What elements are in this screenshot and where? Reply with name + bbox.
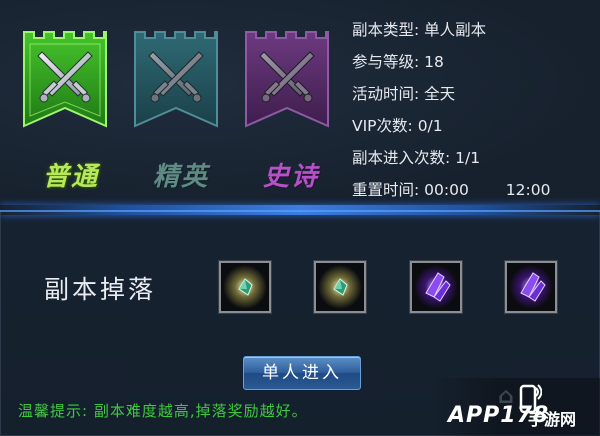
difficulty-banner-elite[interactable]: [133, 30, 219, 134]
info-time-row: 活动时间: 全天: [352, 78, 550, 110]
green-gem-icon: [221, 263, 269, 311]
info-type-value: 单人副本: [424, 21, 487, 39]
info-level-label: 参与等级:: [352, 53, 420, 71]
info-vip-label: VIP次数:: [352, 117, 413, 135]
info-reset-label: 重置时间:: [352, 181, 420, 199]
info-time-value: 全天: [424, 85, 456, 103]
info-reset-row: 重置时间: 00:00 12:00: [352, 174, 550, 206]
info-reset-time-2: 12:00: [505, 181, 551, 199]
info-type-label: 副本类型:: [352, 21, 420, 39]
purple-crystal-icon: [412, 263, 460, 311]
info-reset-time-1: 00:00: [424, 181, 469, 199]
tip-text: 温馨提示: 副本难度越高,掉落奖励越好。: [18, 402, 308, 420]
drop-slot-2[interactable]: [314, 261, 366, 313]
info-entries-label: 副本进入次数:: [352, 149, 451, 167]
info-time-label: 活动时间:: [352, 85, 420, 103]
drop-slot-4[interactable]: [505, 261, 557, 313]
green-gem-icon: [316, 263, 364, 311]
info-level-row: 参与等级: 18: [352, 46, 550, 78]
crossed-swords-purple-icon: [245, 31, 329, 128]
difficulty-label-epic[interactable]: 史诗: [236, 156, 346, 193]
drop-slot-3[interactable]: [410, 261, 462, 313]
crossed-swords-green-icon: [23, 31, 107, 128]
difficulty-banner-epic[interactable]: [244, 30, 330, 134]
info-vip-row: VIP次数: 0/1: [352, 110, 550, 142]
info-entries-row: 副本进入次数: 1/1: [352, 142, 550, 174]
drop-slot-1[interactable]: [219, 261, 271, 313]
watermark-sub: 手游网: [528, 410, 577, 429]
solo-enter-button[interactable]: 单人进入: [243, 356, 361, 390]
dungeon-info: 副本类型: 单人副本 参与等级: 18 活动时间: 全天 VIP次数: 0/1 …: [352, 14, 550, 206]
difficulty-label-elite[interactable]: 精英: [126, 156, 236, 193]
crossed-swords-teal-icon: [134, 31, 218, 128]
dungeon-panel: 普通 精英 史诗 副本类型: 单人副本 参与等级: 18 活动时间: 全天 VI…: [0, 0, 600, 436]
info-type-row: 副本类型: 单人副本: [352, 14, 550, 46]
info-entries-value: 1/1: [455, 149, 481, 167]
drops-label: 副本掉落: [44, 275, 157, 304]
purple-crystal-icon: [507, 263, 555, 311]
info-vip-value: 0/1: [417, 117, 443, 135]
info-level-value: 18: [424, 53, 444, 71]
section-divider-line: [0, 210, 600, 212]
difficulty-banner-normal[interactable]: [22, 30, 108, 134]
difficulty-label-normal[interactable]: 普通: [16, 156, 126, 193]
